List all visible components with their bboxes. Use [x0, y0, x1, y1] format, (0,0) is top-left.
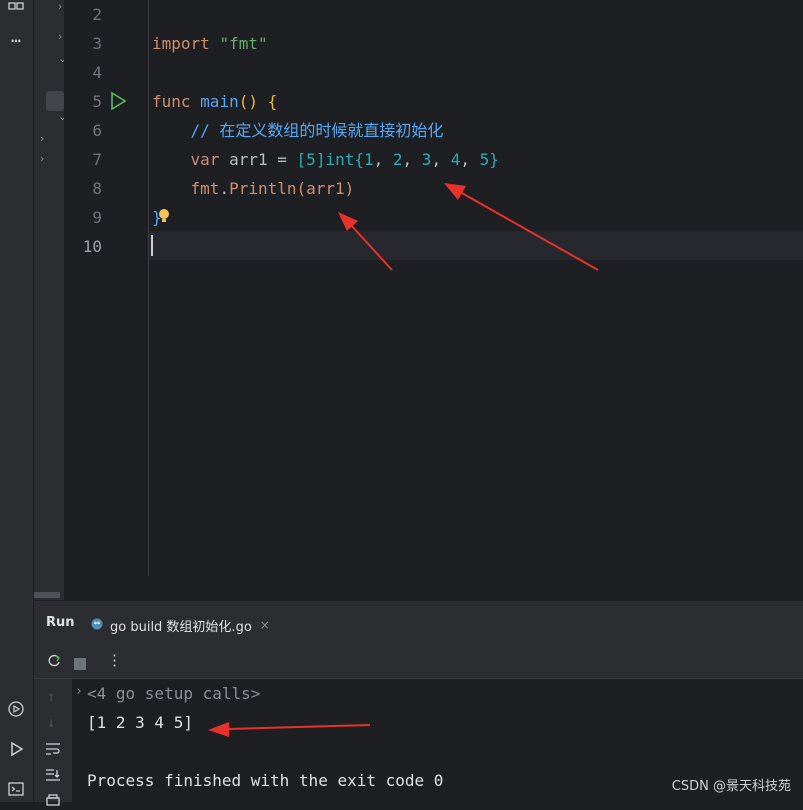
gopher-icon — [90, 616, 104, 635]
line-number: 3 — [92, 34, 102, 53]
gutter-divider — [148, 0, 149, 576]
arrow-up-icon[interactable]: ↑ — [47, 689, 55, 705]
expand-chevron-icon[interactable]: › — [75, 684, 83, 699]
watermark: CSDN @景天科技苑 — [671, 779, 791, 794]
run-tab[interactable]: go build 数组初始化.go × — [90, 605, 288, 647]
function-call: Println — [229, 179, 297, 198]
line-number-current: 10 — [82, 237, 102, 256]
identifier: arr1 — [229, 150, 268, 169]
tree-chevron-icon[interactable]: › — [40, 152, 44, 165]
run-panel-header: Run go build 数组初始化.go × — [34, 600, 803, 647]
run-gutter-icon[interactable] — [108, 91, 128, 115]
structure-icon[interactable] — [4, 0, 28, 20]
number: 3 — [421, 150, 432, 169]
code-line-3: import "fmt" — [152, 29, 268, 58]
console-line-output: [1 2 3 4 5] — [87, 713, 193, 732]
code-editor[interactable]: 2 3 4 5 6 7 8 9 10 import "fmt" func mai… — [64, 0, 803, 600]
arrow-down-icon[interactable]: ↓ — [47, 715, 55, 731]
run-panel: Run go build 数组初始化.go × ⋮ ↑ ↓ › <4 go se… — [34, 600, 803, 806]
services-icon[interactable] — [4, 697, 28, 721]
line-number: 5 — [92, 92, 102, 111]
tree-chevron-icon[interactable]: › — [58, 0, 62, 13]
function-name: main — [200, 92, 239, 111]
tree-chevron-icon[interactable]: › — [40, 132, 44, 145]
lightbulb-icon[interactable] — [157, 207, 171, 229]
code-line-5: func main() { — [152, 87, 277, 116]
soft-wrap-icon[interactable] — [45, 741, 61, 760]
keyword: import — [152, 34, 210, 53]
code-line-7: var arr1 = [5]int{1, 2, 3, 4, 5} — [190, 150, 499, 169]
scroll-to-end-icon[interactable] — [45, 767, 61, 786]
number: 5 — [479, 150, 490, 169]
run-side-toolbar: ↑ ↓ — [34, 679, 72, 806]
text-caret — [151, 235, 153, 256]
keyword: var — [190, 150, 220, 169]
run-panel-title: Run — [46, 615, 75, 630]
console-line-setup: <4 go setup calls> — [87, 684, 261, 703]
more-icon[interactable]: ⋯ — [4, 28, 28, 52]
comment: // 在定义数组的时候就直接初始化 — [190, 121, 444, 140]
run-icon[interactable] — [4, 737, 28, 761]
line-number: 4 — [92, 63, 102, 82]
number: 2 — [392, 150, 403, 169]
line-number: 9 — [92, 208, 102, 227]
more-vertical-icon[interactable]: ⋮ — [107, 651, 122, 669]
line-number: 7 — [92, 150, 102, 169]
console-line-exit: Process finished with the exit code 0 — [87, 771, 444, 790]
number: 4 — [450, 150, 461, 169]
call-args: (arr1) — [296, 179, 355, 198]
run-toolbar: ⋮ — [34, 645, 803, 679]
line-gutter: 2 3 4 5 6 7 8 9 10 — [64, 0, 148, 576]
string-literal: "fmt" — [219, 34, 268, 53]
parens: () — [238, 92, 258, 111]
selected-tree-item[interactable] — [46, 91, 64, 111]
line-number: 6 — [92, 121, 102, 140]
code-line-8: fmt.Println(arr1) — [190, 179, 355, 198]
number: 1 — [363, 150, 374, 169]
brace: { — [267, 92, 278, 111]
editor-horizontal-scroll-area[interactable] — [64, 576, 803, 600]
tool-strip: ⋯ — [0, 0, 34, 802]
run-tab-label: go build 数组初始化.go — [110, 619, 252, 635]
keyword: func — [152, 92, 191, 111]
project-panel: › › ⌄ ⌄ › › — [34, 0, 67, 600]
line-number: 2 — [92, 5, 102, 24]
print-icon[interactable] — [45, 791, 61, 810]
bracket: [ — [296, 150, 307, 169]
terminal-icon[interactable] — [4, 777, 28, 801]
current-line-highlight — [64, 231, 803, 260]
operator: = — [277, 150, 287, 169]
brace: } — [489, 150, 499, 169]
line-number: 8 — [92, 179, 102, 198]
array-length: 5 — [306, 150, 316, 169]
code-line-6: // 在定义数组的时候就直接初始化 — [152, 116, 444, 145]
package-name: fmt — [190, 179, 220, 198]
type-int: ]int{ — [315, 150, 364, 169]
stop-icon[interactable] — [74, 655, 86, 674]
close-icon[interactable]: × — [260, 618, 270, 632]
horizontal-scrollbar[interactable] — [34, 592, 60, 598]
rerun-icon[interactable] — [46, 653, 62, 673]
tree-chevron-icon[interactable]: › — [58, 30, 62, 43]
